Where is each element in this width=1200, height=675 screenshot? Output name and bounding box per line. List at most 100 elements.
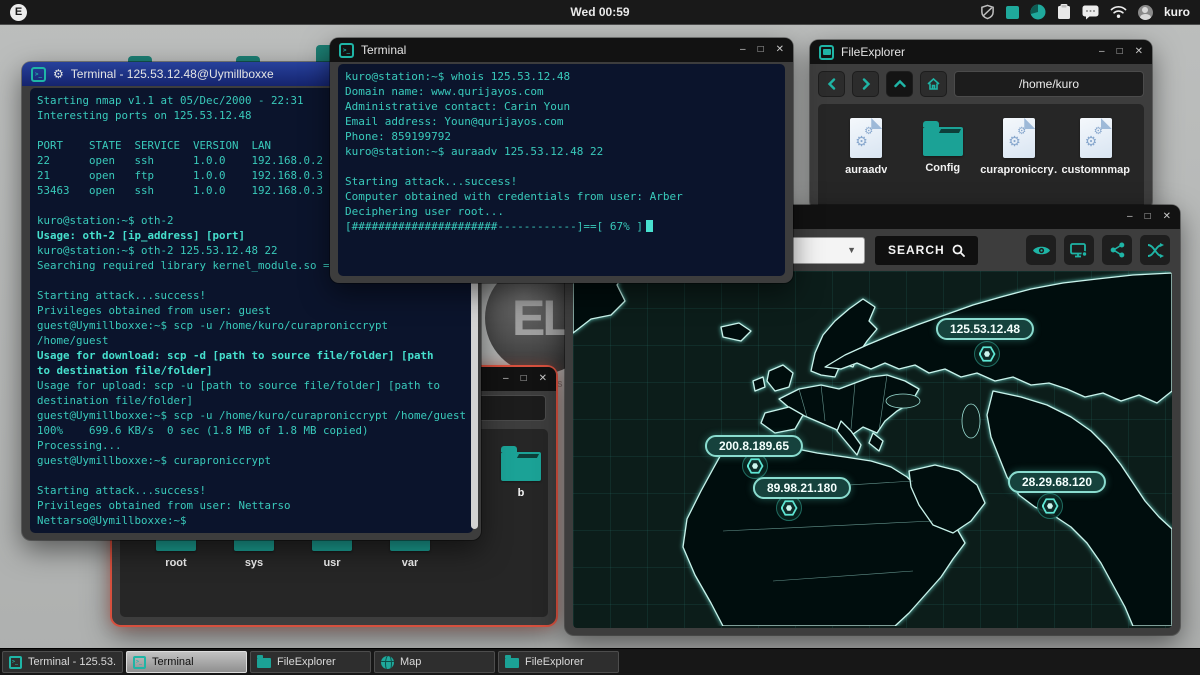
terminal-line: kuro@station:~$ whois 125.53.12.48 [345,69,778,84]
close-button[interactable]: ✕ [539,367,547,391]
wifi-icon[interactable] [1110,5,1127,19]
back-button[interactable] [818,71,845,97]
folder-icon [505,658,519,668]
search-button[interactable]: SEARCH [875,236,978,265]
terminal-line [345,159,778,174]
terminal-icon: >_ [31,67,46,82]
shuffle-icon [1147,243,1164,258]
maximize-button[interactable]: □ [1117,40,1123,64]
taskbar-item-label: FileExplorer [277,656,336,668]
file-grid-row: ⚙⚙ auraadv Config ⚙⚙ curaproniccry…⚙⚙customn… [818,104,1144,176]
maximize-button[interactable]: □ [758,38,764,62]
file-item-customnmap[interactable]: ⚙⚙customnmap [1058,118,1134,176]
up-button[interactable] [886,71,913,97]
chat-icon[interactable] [1082,5,1099,20]
taskbar-item-label: Terminal [152,656,194,668]
file-grid-row: b [483,443,559,499]
terminal-output[interactable]: kuro@station:~$ whois 125.53.12.48Domain… [338,64,785,276]
user-avatar[interactable] [1138,5,1153,20]
monitor-gear-icon [1070,243,1088,258]
terminal-icon [133,656,146,669]
close-button[interactable]: ✕ [776,38,784,62]
minimize-button[interactable]: – [1099,40,1105,64]
route-button[interactable] [1140,235,1170,265]
terminal-line: Starting attack...success! [345,174,778,189]
file-label: root [165,557,186,569]
fe-top-titlebar[interactable]: FileExplorer – □ ✕ [810,40,1152,64]
map-ip-label[interactable]: 125.53.12.48 [936,318,1034,340]
file-label: b [518,487,525,499]
map-node-marker[interactable] [974,341,1000,367]
taskbar-item-label: FileExplorer [525,656,584,668]
resource-pie-icon[interactable] [1030,4,1046,20]
terminal-line: 100% 699.6 KB/s 0 sec (1.8 MB of 1.8 MB … [37,423,466,438]
file-item-curaproniccry[interactable]: ⚙⚙ curaproniccry… [981,118,1057,176]
file-explorer-icon [819,45,834,60]
file-item-auraadv[interactable]: ⚙⚙ auraadv [828,118,904,176]
binary-file-icon: ⚙⚙ [850,118,882,158]
file-label: auraadv [845,164,887,176]
username: kuro [1164,5,1190,19]
address-bar[interactable]: /home/kuro [954,71,1144,97]
terminal-local-titlebar[interactable]: >_ Terminal – □ ✕ [330,38,793,62]
folder-icon [501,452,541,481]
search-button-label: SEARCH [888,243,945,257]
terminal-cursor [646,220,653,232]
clipboard-icon[interactable] [1057,4,1071,20]
system-tray: kuro [980,4,1190,20]
folder-item-config[interactable]: Config [905,118,981,176]
minimize-button[interactable]: – [503,367,509,391]
terminal-line: Phone: 859199792 [345,129,778,144]
file-label: sys [245,557,263,569]
map-node-marker[interactable] [1037,493,1063,519]
window-title: Terminal [361,43,406,57]
minimize-button[interactable]: – [740,38,746,62]
folder-icon [923,127,963,156]
terminal-line: Deciphering user root... [345,204,778,219]
terminal-line: Starting attack...success! [37,288,466,303]
taskbar-item-fileexplorer[interactable]: FileExplorer [498,651,619,673]
home-button[interactable] [920,71,947,97]
taskbar-item-fileexplorer[interactable]: FileExplorer [250,651,371,673]
file-label: curaproniccry… [980,164,1058,176]
eye-icon [1032,244,1051,257]
close-button[interactable]: ✕ [1135,40,1143,64]
taskbar: Terminal - 125.53... Terminal FileExplorer… [0,648,1200,675]
file-label: Config [925,162,960,174]
taskbar-item-terminal-125-53-[interactable]: Terminal - 125.53... [2,651,123,673]
binary-file-icon: ⚙⚙ [1080,118,1112,158]
status-square-icon[interactable] [1006,6,1019,19]
terminal-line: guest@Uymillboxxe:~$ scp -u /home/kuro/c… [37,318,466,333]
gear-icon: ⚙ [53,68,64,80]
taskbar-items: Terminal - 125.53... Terminal FileExplorer… [2,651,619,673]
map-ip-label[interactable]: 200.8.189.65 [705,435,803,457]
taskbar-item-terminal[interactable]: Terminal [126,651,247,673]
map-ip-label[interactable]: 89.98.21.180 [753,477,851,499]
maximize-button[interactable]: □ [521,367,527,391]
folder-icon [257,658,271,668]
terminal-line: kuro@station:~$ auraadv 125.53.12.48 22 [345,144,778,159]
maximize-button[interactable]: □ [1145,205,1151,229]
minimize-button[interactable]: – [1127,205,1133,229]
terminal-line: destination file/folder] [37,393,466,408]
binary-file-icon: ⚙⚙ [1003,118,1035,158]
forward-button[interactable] [852,71,879,97]
terminal-line: Starting attack...success! [37,483,466,498]
shield-disabled-icon[interactable] [980,4,995,20]
share-button[interactable] [1102,235,1132,265]
globe-icon [381,656,394,669]
close-button[interactable]: ✕ [1163,205,1171,229]
share-icon [1110,242,1125,258]
terminal-local-window: >_ Terminal – □ ✕ kuro@station:~$ whois … [330,38,793,283]
taskbar-item-map[interactable]: Map [374,651,495,673]
terminal-line: [######################------------]==[ … [345,219,778,234]
terminal-icon: >_ [339,43,354,58]
world-map[interactable]: 125.53.12.48 200.8.189.65 89.98.21.180 28.2… [573,271,1172,628]
folder-item-b[interactable]: b [483,443,559,499]
watch-button[interactable] [1026,235,1056,265]
terminal-line: guest@Uymillboxxe:~$ curaproniccrypt [37,453,466,468]
remote-desktop-button[interactable] [1064,235,1094,265]
taskbar-item-label: Map [400,656,421,668]
map-ip-label[interactable]: 28.29.68.120 [1008,471,1106,493]
terminal-line: Usage for download: scp -d [path to sour… [37,348,466,363]
